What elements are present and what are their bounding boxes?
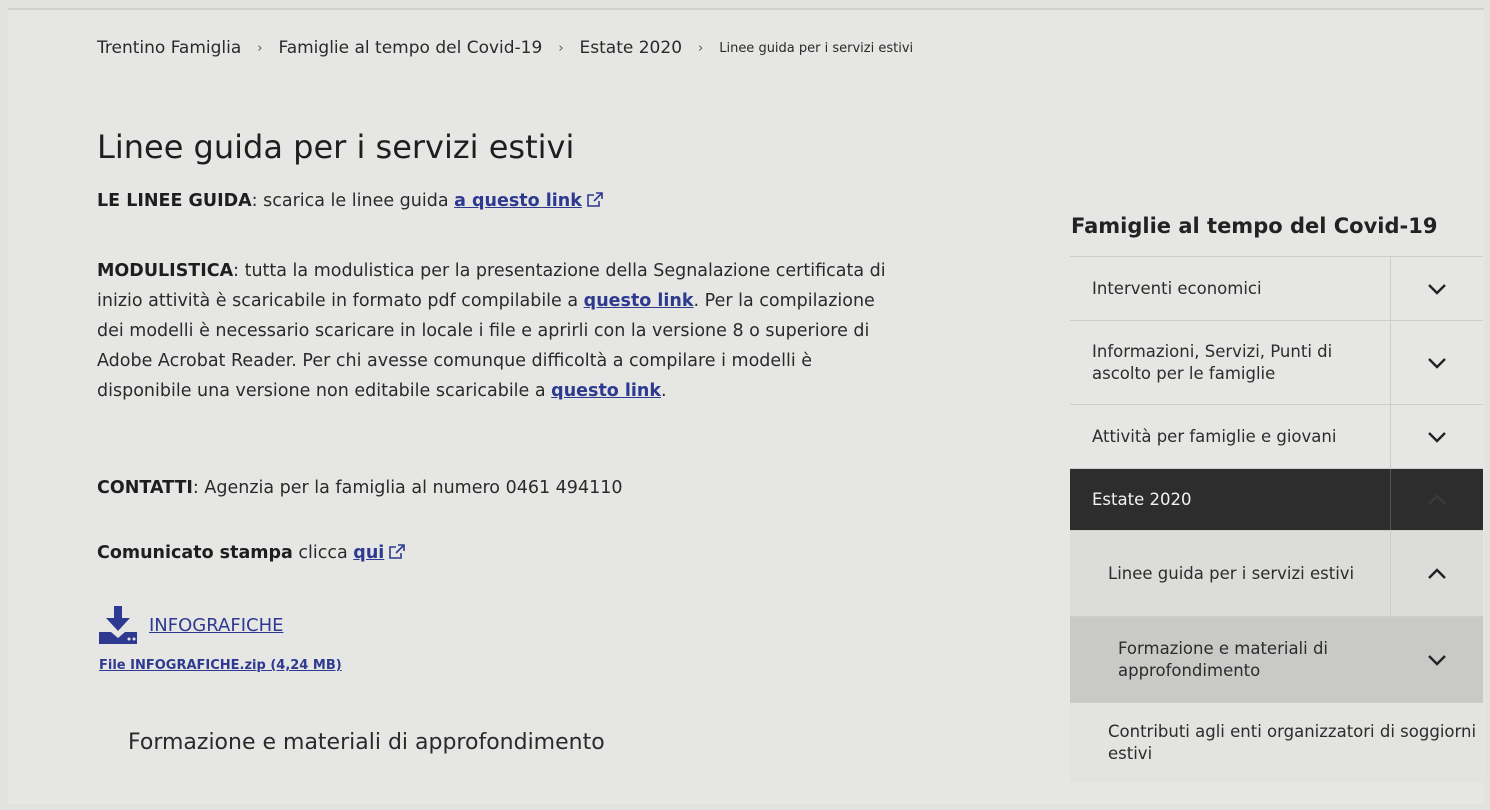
modulistica-paragraph: MODULISTICA: tutta la modulistica per la… — [97, 256, 897, 406]
sidebar-item-interventi-economici[interactable]: Interventi economici — [1070, 256, 1483, 320]
sidebar-item-label: Linee guida per i servizi estivi — [1108, 563, 1355, 583]
breadcrumb-item-estate-2020[interactable]: Estate 2020 — [580, 38, 682, 58]
sidebar-item-attivita-famiglie[interactable]: Attività per famiglie e giovani — [1070, 404, 1483, 468]
comunicato-link[interactable]: qui — [353, 543, 406, 563]
sidebar-item-label: Interventi economici — [1092, 278, 1262, 298]
download-icon — [99, 606, 137, 644]
modulistica-link-1[interactable]: questo link — [584, 291, 694, 311]
page-title: Linee guida per i servizi estivi — [97, 128, 575, 166]
sidebar-item-label: Attività per famiglie e giovani — [1092, 426, 1337, 446]
sidebar-item-informazioni-servizi[interactable]: Informazioni, Servizi, Punti di ascolto … — [1070, 320, 1483, 404]
breadcrumb-item-famiglie-covid[interactable]: Famiglie al tempo del Covid-19 — [278, 38, 542, 58]
page: Trentino Famiglia › Famiglie al tempo de… — [8, 8, 1484, 804]
expand-toggle[interactable] — [1390, 257, 1483, 320]
modulistica-link-2[interactable]: questo link — [551, 381, 661, 401]
contatti-paragraph: CONTATTI: Agenzia per la famiglia al num… — [97, 473, 897, 503]
breadcrumb-current: Linee guida per i servizi estivi — [719, 40, 914, 56]
sidebar-item-label: Informazioni, Servizi, Punti di ascolto … — [1092, 341, 1333, 383]
sidebar-title: Famiglie al tempo del Covid-19 — [1071, 214, 1438, 238]
sidebar-item-linee-guida[interactable]: Linee guida per i servizi estivi — [1070, 530, 1483, 616]
infografiche-link[interactable]: INFOGRAFICHE — [149, 615, 283, 636]
sidebar-item-formazione-materiali[interactable]: Formazione e materiali di approfondiment… — [1070, 616, 1483, 702]
linee-guida-link[interactable]: a questo link — [454, 191, 604, 211]
sidebar-item-estate-2020[interactable]: Estate 2020 — [1070, 468, 1483, 530]
external-link-icon — [389, 544, 406, 559]
sidebar-item-label: Estate 2020 — [1092, 489, 1192, 509]
chevron-down-icon — [1428, 431, 1446, 443]
expand-toggle[interactable] — [1391, 617, 1483, 702]
breadcrumb-separator: › — [558, 40, 564, 56]
comunicato-label: Comunicato stampa — [97, 543, 293, 563]
sidebar-item-contributi-enti[interactable]: Contributi agli enti organizzatori di so… — [1070, 702, 1483, 782]
linee-guida-label: LE LINEE GUIDA — [97, 191, 252, 211]
chevron-down-icon — [1428, 283, 1446, 295]
infografiche-file-link[interactable]: File INFOGRAFICHE.zip (4,24 MB) — [99, 658, 342, 673]
comunicato-text: clicca — [292, 543, 354, 563]
chevron-down-icon — [1428, 654, 1446, 666]
external-link-icon — [587, 192, 603, 207]
comunicato-paragraph: Comunicato stampa clicca qui — [97, 538, 897, 568]
infografiche-download[interactable]: INFOGRAFICHE — [99, 606, 283, 644]
chevron-up-icon — [1428, 567, 1446, 579]
contatti-text: : Agenzia per la famiglia al numero 0461… — [192, 478, 623, 498]
chevron-up-icon — [1428, 493, 1446, 505]
contatti-label: CONTATTI — [97, 478, 193, 498]
breadcrumb-separator: › — [698, 40, 704, 56]
expand-toggle[interactable] — [1390, 321, 1483, 404]
chevron-down-icon — [1428, 357, 1446, 369]
collapse-toggle[interactable] — [1390, 469, 1483, 530]
breadcrumb-separator: › — [257, 40, 263, 56]
sidebar-menu: Interventi economici Informazioni, Servi… — [1070, 256, 1483, 782]
breadcrumb-item-trentino-famiglia[interactable]: Trentino Famiglia — [97, 38, 241, 58]
linee-guida-paragraph: LE LINEE GUIDA: scarica le linee guida a… — [97, 186, 897, 216]
collapse-toggle[interactable] — [1390, 531, 1483, 616]
section-title: Formazione e materiali di approfondiment… — [128, 730, 605, 755]
linee-guida-text: : scarica le linee guida — [251, 191, 455, 211]
sidebar-item-label: Contributi agli enti organizzatori di so… — [1108, 721, 1477, 763]
modulistica-label: MODULISTICA — [97, 261, 234, 281]
breadcrumb: Trentino Famiglia › Famiglie al tempo de… — [97, 38, 913, 58]
modulistica-text-3: . — [661, 381, 667, 401]
sidebar-item-label: Formazione e materiali di approfondiment… — [1118, 638, 1329, 680]
top-divider — [8, 8, 1484, 10]
expand-toggle[interactable] — [1390, 405, 1483, 468]
